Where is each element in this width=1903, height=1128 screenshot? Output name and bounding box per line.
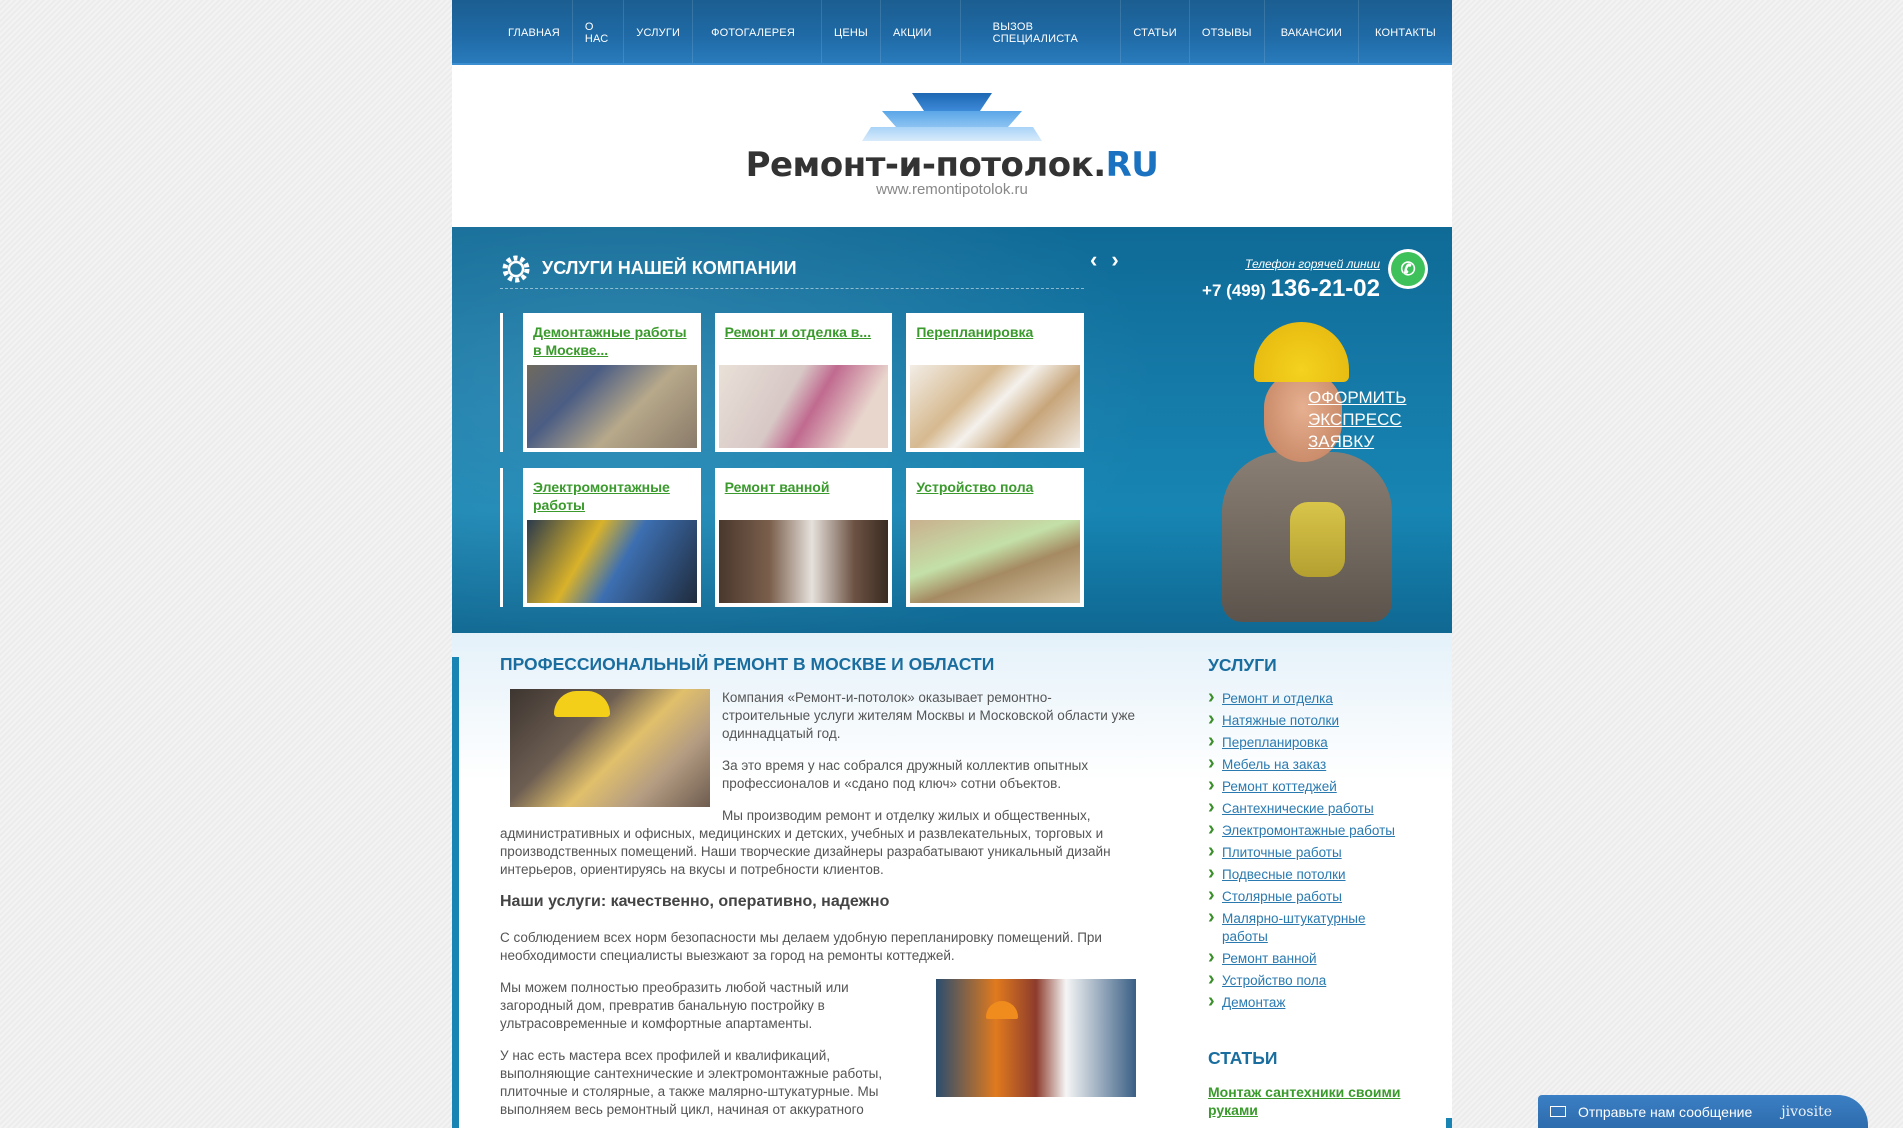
paragraph: Мы производим ремонт и отделку жилых и о… xyxy=(500,808,1111,877)
nav-reviews[interactable]: ОТЗЫВЫ xyxy=(1190,0,1265,65)
sidebar-articles-title: СТАТЬИ xyxy=(1208,1048,1278,1068)
slider-arrows: ‹ › xyxy=(1090,249,1119,271)
nav-gallery[interactable]: ФОТОГАЛЕРЕЯ xyxy=(693,0,822,65)
chat-brand: jivosite xyxy=(1781,1103,1832,1120)
service-card[interactable]: Электромонтажные работы xyxy=(523,468,701,607)
nav-promotions[interactable]: АКЦИИ xyxy=(881,0,961,65)
prev-arrow-icon[interactable]: ‹ xyxy=(1090,249,1097,271)
service-card-title[interactable]: Демонтажные работы в Москве... xyxy=(527,317,697,365)
nav-vacancies[interactable]: ВАКАНСИИ xyxy=(1265,0,1360,65)
service-card-image[interactable] xyxy=(527,365,697,448)
sidebar-item[interactable]: Перепланировка xyxy=(1208,732,1408,752)
envelope-icon xyxy=(1550,1106,1566,1117)
nav-contacts[interactable]: КОНТАКТЫ xyxy=(1359,0,1452,65)
sidebar-item[interactable]: Мебель на заказ xyxy=(1208,754,1408,774)
sidebar-services-list: Ремонт и отделка Натяжные потолки Перепл… xyxy=(1208,688,1408,1012)
service-card-title[interactable]: Электромонтажные работы xyxy=(527,472,697,520)
service-card[interactable]: Перепланировка xyxy=(906,313,1085,452)
sidebar-item[interactable]: Демонтаж xyxy=(1208,992,1408,1012)
sidebar-item[interactable]: Малярно-штукатурные работы xyxy=(1208,908,1408,946)
site-header: Ремонт-и-потолок.RU www.remontipotolok.r… xyxy=(452,65,1452,227)
site-logo[interactable]: Ремонт-и-потолок.RU www.remontipotolok.r… xyxy=(452,93,1452,198)
sidebar-item[interactable]: Ремонт коттеджей xyxy=(1208,776,1408,796)
sidebar-item[interactable]: Плиточные работы xyxy=(1208,842,1408,862)
sidebar-item[interactable]: Натяжные потолки xyxy=(1208,710,1408,730)
sidebar-item[interactable]: Ремонт ванной xyxy=(1208,948,1408,968)
section-subtitle: Наши услуги: качественно, оперативно, на… xyxy=(500,893,890,910)
services-slider: УСЛУГИ НАШЕЙ КОМПАНИИ ‹ › Демонтажные ра… xyxy=(452,227,1452,633)
workers-photo xyxy=(936,979,1136,1097)
next-arrow-icon[interactable]: › xyxy=(1111,249,1118,271)
service-card-title[interactable]: Ремонт ванной xyxy=(719,472,889,520)
service-card-title[interactable]: Перепланировка xyxy=(910,317,1080,365)
gear-icon xyxy=(502,255,530,282)
nav-home[interactable]: ГЛАВНАЯ xyxy=(496,0,573,65)
logo-url: www.remontipotolok.ru xyxy=(876,181,1028,198)
service-card[interactable]: Демонтажные работы в Москве... xyxy=(523,313,701,452)
service-card-image[interactable] xyxy=(910,520,1081,603)
service-card[interactable]: Устройство пола xyxy=(906,468,1085,607)
service-card-image[interactable] xyxy=(718,365,889,448)
express-request-link[interactable]: ОФОРМИТЬ ЭКСПРЕСС ЗАЯВКУ xyxy=(1308,387,1418,453)
worker-photo xyxy=(510,689,710,807)
hotline: Телефон горячей линии +7 (499) 136-21-02 xyxy=(1202,257,1380,303)
right-accent-stripe xyxy=(1446,1118,1452,1128)
logo-text: Ремонт-и-потолок.RU xyxy=(745,145,1159,185)
service-card-title[interactable]: Устройство пола xyxy=(910,472,1080,520)
service-card-image[interactable] xyxy=(910,365,1081,448)
service-cards: Демонтажные работы в Москве... Ремонт и … xyxy=(500,313,1085,623)
page-title: ПРОФЕССИОНАЛЬНЫЙ РЕМОНТ В МОСКВЕ И ОБЛАС… xyxy=(500,654,995,674)
nav-services[interactable]: УСЛУГИ xyxy=(624,0,694,65)
sidebar: УСЛУГИ Ремонт и отделка Натяжные потолки… xyxy=(1208,655,1408,1119)
service-card-image[interactable] xyxy=(527,520,697,603)
logo-ceiling-icon xyxy=(862,93,1042,151)
service-card-image[interactable] xyxy=(718,520,889,603)
top-navigation: ГЛАВНАЯ О НАС УСЛУГИ ФОТОГАЛЕРЕЯ ЦЕНЫ АК… xyxy=(452,0,1452,65)
content-area: ПРОФЕССИОНАЛЬНЫЙ РЕМОНТ В МОСКВЕ И ОБЛАС… xyxy=(452,633,1452,1128)
slider-header: УСЛУГИ НАШЕЙ КОМПАНИИ xyxy=(500,249,1084,289)
main-article: ПРОФЕССИОНАЛЬНЫЙ РЕМОНТ В МОСКВЕ И ОБЛАС… xyxy=(500,655,1136,1128)
sidebar-article-link[interactable]: Монтаж сантехники своими руками xyxy=(1208,1083,1408,1119)
service-card[interactable]: Ремонт ванной xyxy=(714,468,893,607)
nav-articles[interactable]: СТАТЬИ xyxy=(1121,0,1190,65)
hotline-label[interactable]: Телефон горячей линии xyxy=(1202,257,1380,271)
slider-title: УСЛУГИ НАШЕЙ КОМПАНИИ xyxy=(542,258,797,278)
sidebar-item[interactable]: Столярные работы xyxy=(1208,886,1408,906)
page: ГЛАВНАЯ О НАС УСЛУГИ ФОТОГАЛЕРЕЯ ЦЕНЫ АК… xyxy=(452,0,1452,1128)
sidebar-item[interactable]: Подвесные потолки xyxy=(1208,864,1408,884)
paragraph: С соблюдением всех норм безопасности мы … xyxy=(500,930,1102,963)
sidebar-item[interactable]: Электромонтажные работы xyxy=(1208,820,1408,840)
nav-specialist[interactable]: ВЫЗОВ СПЕЦИАЛИСТА xyxy=(961,0,1122,65)
service-card-title[interactable]: Ремонт и отделка в... xyxy=(719,317,889,365)
sidebar-item[interactable]: Устройство пола xyxy=(1208,970,1408,990)
whatsapp-icon[interactable]: ✆ xyxy=(1388,249,1428,289)
chat-widget[interactable]: Отправьте нам сообщение jivosite xyxy=(1538,1095,1868,1128)
chat-label[interactable]: Отправьте нам сообщение xyxy=(1578,1104,1752,1120)
worker-illustration xyxy=(1212,322,1402,622)
service-card[interactable]: Ремонт и отделка в... xyxy=(714,313,893,452)
nav-about[interactable]: О НАС xyxy=(573,0,625,65)
sidebar-item[interactable]: Сантехнические работы xyxy=(1208,798,1408,818)
sidebar-services-title: УСЛУГИ xyxy=(1208,655,1277,675)
hotline-phone[interactable]: +7 (499) 136-21-02 xyxy=(1202,275,1380,303)
sidebar-item[interactable]: Ремонт и отделка xyxy=(1208,688,1408,708)
nav-prices[interactable]: ЦЕНЫ xyxy=(822,0,881,65)
